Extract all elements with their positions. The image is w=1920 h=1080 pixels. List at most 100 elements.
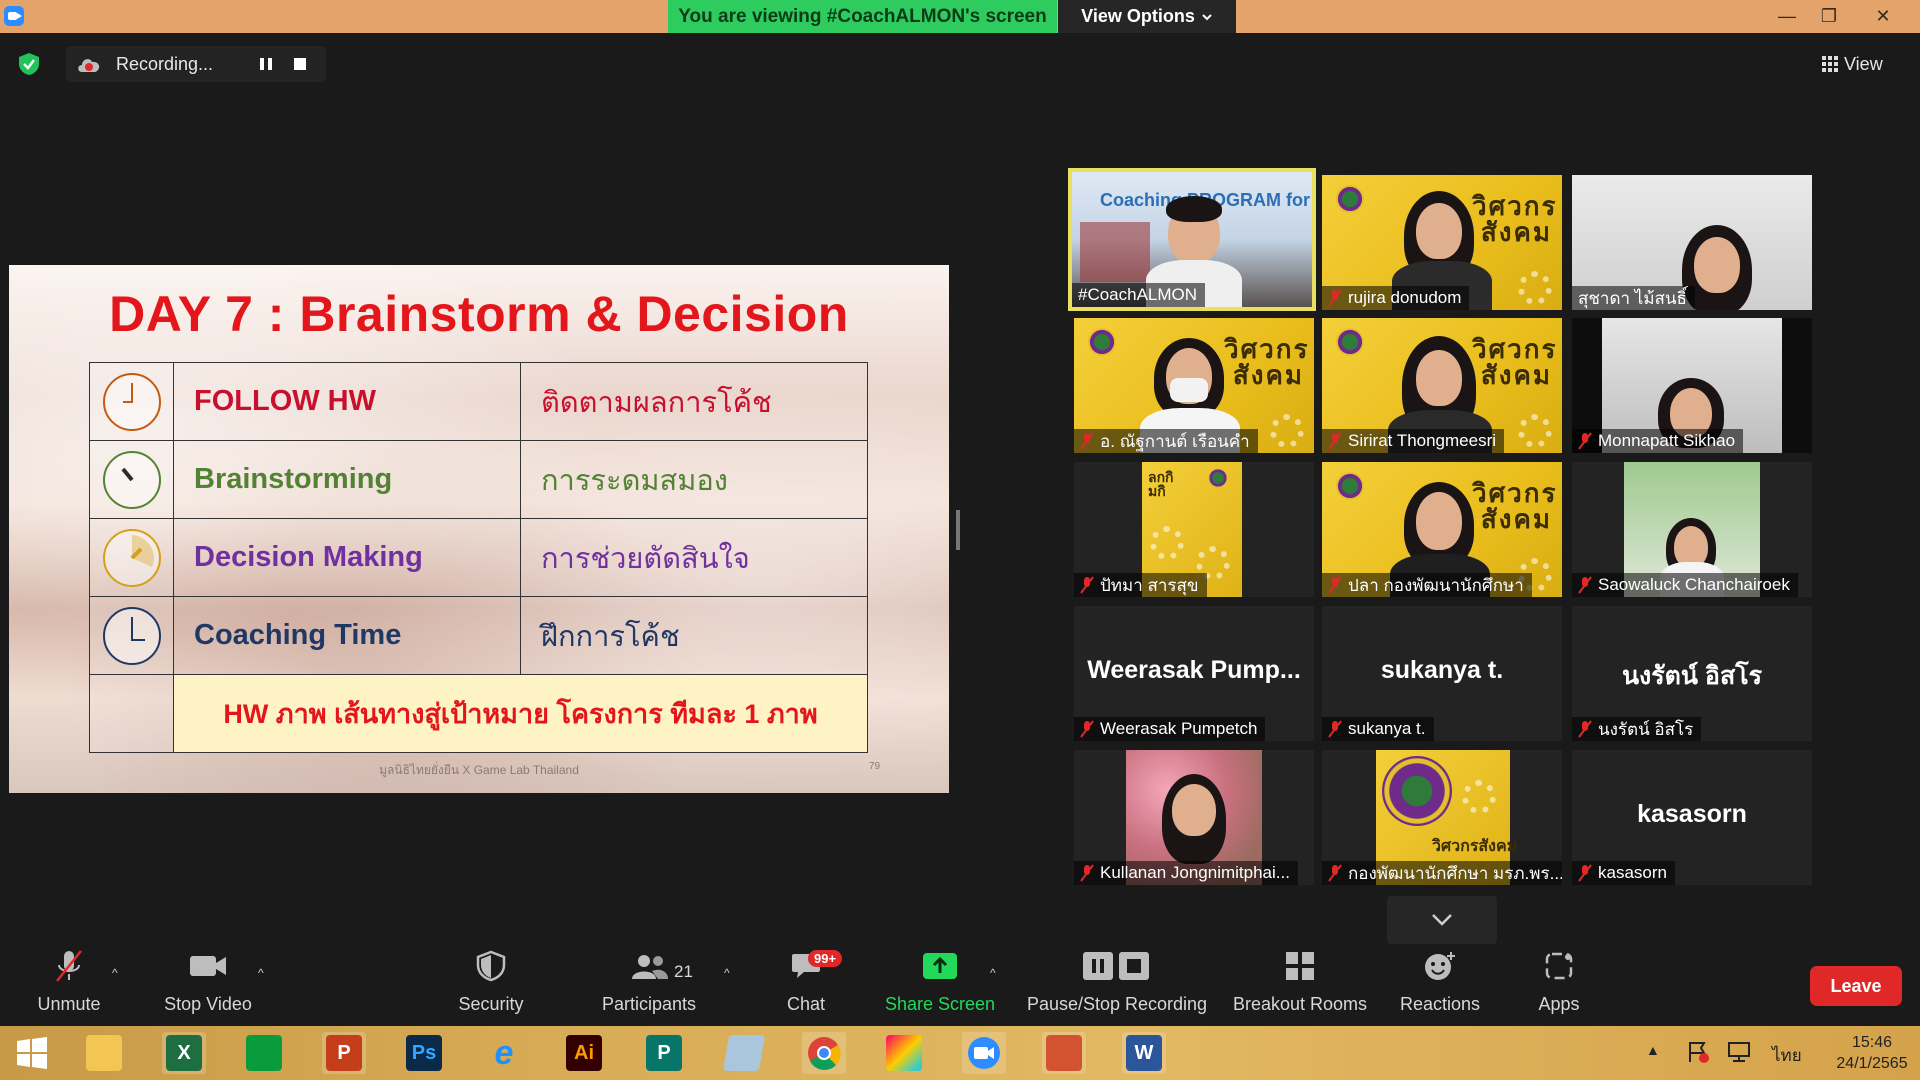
input-language-indicator[interactable]: ไทย [1772,1042,1802,1069]
face-mask [1170,378,1208,402]
share-options-caret-icon[interactable]: ^ [990,966,996,980]
panel-resize-handle[interactable] [956,510,960,550]
badge-text: วิศวกรสังคม [1472,334,1558,390]
badge-text: วิศวกรสังคม [1472,191,1558,247]
participant-name-tag: ปลา กองพัฒนานักศึกษา [1322,573,1532,597]
agenda-row: FOLLOW HW ติดตามผลการโค้ช [89,362,868,441]
video-tile[interactable]: วิศวกรสังคม อ. ณัฐกานต์ เรือนคำ [1074,318,1314,453]
video-options-caret-icon[interactable]: ^ [258,966,264,980]
taskbar-zoom[interactable] [962,1032,1006,1074]
taskbar-word[interactable]: W [1122,1032,1166,1074]
video-tile[interactable]: วิศวกรสังคม Sirirat Thongmeesri [1322,318,1562,453]
reactions-button[interactable]: Reactions [1398,944,1482,1026]
paint-icon [886,1035,922,1071]
video-tile[interactable]: sukanya t. sukanya t. [1322,606,1562,741]
cloud-recording-icon [78,59,100,72]
video-camera-icon [190,956,226,976]
video-tile[interactable]: Monnapatt Sikhao [1572,318,1812,453]
video-tile[interactable]: นงรัตน์ อิสโร นงรัตน์ อิสโร [1572,606,1812,741]
video-tile[interactable]: วิศวกรสังคม กองพัฒนานักศึกษา มรภ.พร... [1322,750,1562,885]
person-head [1172,784,1216,836]
agenda-row: Brainstorming การระดมสมอง [89,440,868,519]
university-seal-icon [1336,185,1364,213]
taskbar-powerpoint-2[interactable] [1042,1032,1086,1074]
close-button[interactable]: ✕ [1860,0,1906,33]
pause-recording-icon[interactable] [256,54,276,74]
tray-overflow-caret-icon[interactable]: ▲ [1646,1042,1660,1058]
stop-video-button[interactable]: Stop Video [158,944,258,1026]
participant-name-tag: rujira donudom [1322,286,1470,310]
audio-options-caret-icon[interactable]: ^ [112,966,118,980]
clock-icon [102,372,161,431]
participant-display-name: sukanya t. [1380,656,1504,684]
video-tile[interactable]: Coaching PROGRAM for er #CoachALMON [1068,168,1316,311]
taskbar-paint[interactable] [882,1032,926,1074]
agenda-item-th: การระดมสมอง [520,440,868,519]
background-image [1080,222,1150,282]
taskbar-illustrator[interactable]: Ai [562,1032,606,1074]
participants-label: Participants [601,994,697,1014]
taskbar-chrome[interactable] [802,1032,846,1074]
taskbar-publisher[interactable]: P [642,1032,686,1074]
agenda-item-en: FOLLOW HW [173,362,521,441]
apps-label: Apps [1538,994,1580,1014]
minimize-button[interactable]: — [1764,0,1810,33]
chrome-icon [808,1037,841,1070]
gallery-view-button[interactable]: View [1822,48,1906,80]
security-button[interactable]: Security [450,944,532,1026]
taskbar-store[interactable] [242,1032,286,1074]
gallery-next-page-button[interactable] [1387,896,1497,944]
start-button[interactable] [10,1032,54,1074]
reactions-smiley-icon [1425,952,1455,980]
video-tile[interactable]: kasasorn kasasorn [1572,750,1812,885]
system-clock[interactable]: 15:46 24/1/2565 [1830,1032,1914,1074]
apps-button[interactable]: Apps [1530,944,1588,1026]
viewing-screen-banner: You are viewing #CoachALMON's screen [668,0,1057,33]
notepad-icon [722,1035,766,1071]
pause-stop-recording-button[interactable]: Pause/Stop Recording [1024,944,1210,1026]
agenda-row: Coaching Time ฝึกการโค้ช [89,596,868,675]
participant-name: Sirirat Thongmeesri [1348,431,1497,450]
photoshop-icon: Ps [406,1035,442,1071]
video-tile[interactable]: วิศวกรสังคม ปลา กองพัฒนานักศึกษา [1322,462,1562,597]
chat-label: Chat [786,994,826,1014]
participants-button[interactable]: Participants [594,944,704,1026]
taskbar-notepad[interactable] [722,1032,766,1074]
network-icon[interactable] [1726,1040,1752,1064]
taskbar-file-explorer[interactable] [82,1032,126,1074]
encryption-shield-icon[interactable] [18,52,40,76]
taskbar-internet-explorer[interactable]: e [482,1032,526,1074]
participant-display-name: kasasorn [1637,800,1747,828]
video-tile[interactable]: ลกกิ มกิ ปัทมา สารสุข [1074,462,1314,597]
action-center-flag-icon[interactable] [1686,1040,1710,1064]
recording-label: Recording... [116,54,214,74]
taskbar-excel[interactable]: X [162,1032,206,1074]
view-options-button[interactable]: View Options [1058,0,1236,33]
internet-explorer-icon: e [494,1033,514,1072]
taskbar-photoshop[interactable]: Ps [402,1032,446,1074]
maximize-button[interactable]: ❐ [1806,0,1852,33]
share-screen-button[interactable]: Share Screen [884,944,996,1026]
breakout-rooms-button[interactable]: Breakout Rooms [1228,944,1372,1026]
video-tile[interactable]: Saowaluck Chanchairoek [1572,462,1812,597]
participant-name-tag: ปัทมา สารสุข [1074,573,1207,597]
video-tile[interactable]: Kullanan Jongnimitphai... [1074,750,1314,885]
clock-date: 24/1/2565 [1836,1055,1908,1072]
leave-meeting-button[interactable]: Leave [1810,966,1902,1006]
video-tile[interactable]: วิศวกรสังคม rujira donudom [1322,175,1562,310]
participant-name-tag: นงรัตน์ อิสโร [1572,717,1702,741]
excel-icon: X [166,1035,202,1071]
video-tile[interactable]: สุชาดา ไม้สนธิ์ [1572,175,1812,310]
chat-unread-badge: 99+ [808,950,843,967]
agenda-item-en: Brainstorming [173,440,521,519]
security-shield-icon [476,950,506,982]
unmute-button[interactable]: Unmute [26,944,112,1026]
participant-name-tag: อ. ณัฐกานต์ เรือนคำ [1074,429,1258,453]
video-tile[interactable]: Weerasak Pump... Weerasak Pumpetch [1074,606,1314,741]
taskbar-powerpoint[interactable]: P [322,1032,366,1074]
participants-options-caret-icon[interactable]: ^ [724,966,730,980]
participant-name: Saowaluck Chanchairoek [1598,575,1790,594]
stop-recording-icon[interactable] [290,54,310,74]
pause-stop-recording-icon [1083,952,1149,980]
chevron-down-icon [1432,914,1452,926]
